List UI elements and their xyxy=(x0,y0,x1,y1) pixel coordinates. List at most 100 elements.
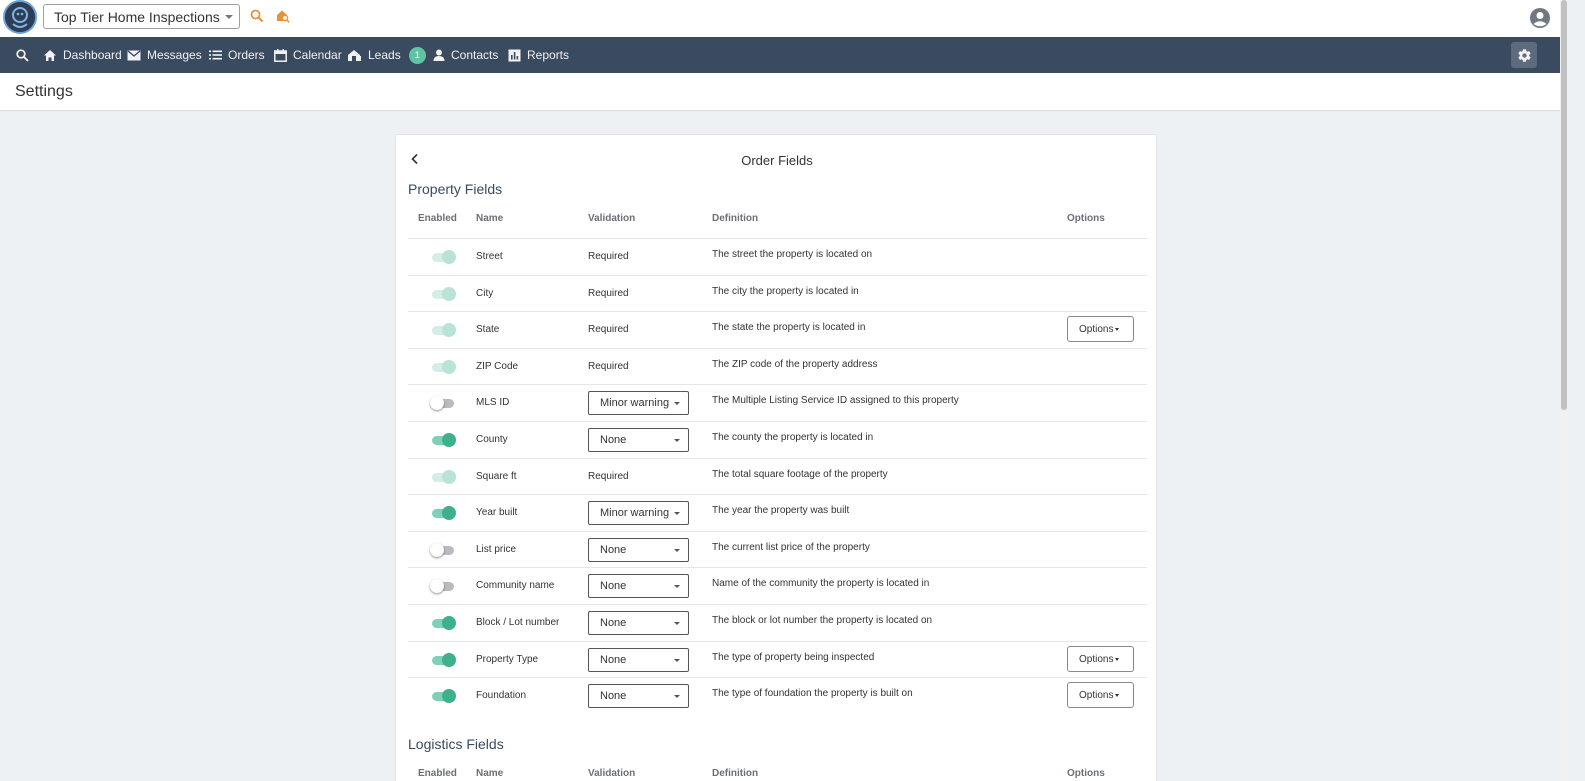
field-name: Block / Lot number xyxy=(476,617,560,628)
nav-label-calendar: Calendar xyxy=(293,48,342,62)
field-name: City xyxy=(476,287,494,299)
table-row: List price None The current list price of … xyxy=(408,530,1147,568)
enabled-toggle xyxy=(430,469,456,484)
enabled-toggle[interactable] xyxy=(430,689,456,704)
person-icon xyxy=(433,49,445,61)
field-definition: The ZIP code of the property address xyxy=(712,358,878,370)
nav-label-messages: Messages xyxy=(147,48,202,62)
chevron-down-icon xyxy=(674,622,680,625)
validation-text: Required xyxy=(588,287,629,299)
validation-select[interactable]: None xyxy=(588,684,689,709)
field-name: ZIP Code xyxy=(476,360,519,372)
chevron-down-icon xyxy=(225,15,233,19)
enabled-toggle xyxy=(430,250,456,264)
company-select-value: Top Tier Home Inspections xyxy=(54,9,220,25)
enabled-toggle xyxy=(430,286,456,301)
enabled-toggle[interactable] xyxy=(430,542,456,557)
order-fields-card: Order Fields Property Fields Enabled Nam… xyxy=(395,134,1157,781)
chart-icon xyxy=(508,49,521,61)
field-definition: The Multiple Listing Service ID assigned… xyxy=(712,395,959,407)
validation-select-value: None xyxy=(600,653,627,666)
page-title: Settings xyxy=(15,83,73,100)
table-row: City Required The city the property is loc… xyxy=(408,274,1147,312)
page-scrollbar[interactable] xyxy=(1560,0,1568,781)
settings-button[interactable] xyxy=(1511,42,1537,68)
scrollbar-thumb[interactable] xyxy=(1561,0,1567,410)
table-row: MLS ID Minor warning The Multiple Listing … xyxy=(408,384,1147,421)
validation-select-value: None xyxy=(600,617,627,629)
column-header-definition: Definition xyxy=(712,768,759,779)
list-icon xyxy=(209,50,222,60)
validation-select[interactable]: None xyxy=(588,537,689,562)
gear-icon xyxy=(1517,48,1531,62)
house-search-icon[interactable] xyxy=(276,9,290,28)
calendar-icon xyxy=(274,48,287,62)
card-title: Order Fields xyxy=(741,153,813,168)
table-row: Community name None Name of the community … xyxy=(408,567,1147,604)
validation-select-value: None xyxy=(600,434,627,446)
enabled-toggle[interactable] xyxy=(430,396,456,411)
field-definition: The county the property is located in xyxy=(712,432,874,443)
nav-item-calendar[interactable]: Calendar xyxy=(274,37,342,73)
table-row: State Required The state the property is l… xyxy=(408,311,1147,348)
validation-text: Required xyxy=(588,324,629,336)
field-name: List price xyxy=(476,543,517,555)
validation-select-value: Minor warning xyxy=(600,397,670,410)
nav-item-contacts[interactable]: Contacts xyxy=(433,37,498,73)
column-header-enabled: Enabled xyxy=(418,768,457,779)
field-definition: The total square footage of the property xyxy=(712,468,888,480)
validation-select[interactable]: None xyxy=(588,611,689,635)
nav-search-icon[interactable] xyxy=(16,37,29,73)
chevron-down-icon xyxy=(674,585,680,589)
column-header-name: Name xyxy=(476,768,504,779)
enabled-toggle[interactable] xyxy=(430,579,456,594)
options-button[interactable]: Options xyxy=(1067,645,1134,672)
nav-item-reports[interactable]: Reports xyxy=(508,37,569,73)
enabled-toggle xyxy=(430,359,456,374)
field-definition: The city the property is located in xyxy=(712,285,859,297)
search-icon[interactable] xyxy=(250,9,264,28)
validation-select[interactable]: Minor warning xyxy=(588,391,689,416)
enabled-toggle[interactable] xyxy=(430,506,456,521)
table-row: ZIP Code Required The ZIP code of the prop… xyxy=(408,347,1147,385)
field-name: Foundation xyxy=(476,690,527,702)
caret-down-icon xyxy=(1115,657,1119,661)
nav-item-orders[interactable]: Orders xyxy=(209,37,265,73)
validation-select[interactable]: None xyxy=(588,428,689,452)
options-button[interactable]: Options xyxy=(1067,682,1134,709)
validation-select[interactable]: None xyxy=(588,647,689,672)
options-button[interactable]: Options xyxy=(1067,316,1134,343)
chevron-down-icon xyxy=(674,695,680,699)
account-icon[interactable] xyxy=(1529,7,1551,34)
table-row: Year built Minor warning The year the prop… xyxy=(408,494,1147,531)
column-header-validation: Validation xyxy=(588,768,636,779)
main-nav: Dashboard Messages Orders Calendar Leads… xyxy=(0,37,1560,73)
validation-select[interactable]: None xyxy=(588,574,689,599)
options-button-label: Options xyxy=(1079,653,1114,665)
enabled-toggle[interactable] xyxy=(430,652,456,667)
nav-label-reports: Reports xyxy=(527,48,570,62)
enabled-toggle[interactable] xyxy=(430,616,456,630)
validation-select[interactable]: Minor warning xyxy=(588,501,689,526)
validation-select-value: None xyxy=(600,580,627,593)
company-select[interactable]: Top Tier Home Inspections xyxy=(43,4,240,29)
field-definition: The block or lot number the property is … xyxy=(712,615,933,626)
mail-icon xyxy=(127,50,141,60)
column-header-definition: Definition xyxy=(712,213,759,224)
nav-label-contacts: Contacts xyxy=(451,48,499,62)
nav-item-dashboard[interactable]: Dashboard xyxy=(43,37,122,73)
validation-select-value: None xyxy=(600,543,627,556)
validation-select-value: Minor warning xyxy=(600,507,670,520)
table-row: County None The county the property is loc… xyxy=(408,421,1147,458)
validation-select-value: None xyxy=(600,690,627,703)
validation-text: Required xyxy=(588,251,629,262)
leads-count-badge: 1 xyxy=(408,46,426,64)
field-name: Street xyxy=(476,251,503,262)
enabled-toggle[interactable] xyxy=(430,433,456,447)
nav-item-leads[interactable]: Leads 1 xyxy=(347,37,426,73)
table-row: Street Required The street the property is… xyxy=(408,238,1147,275)
company-logo[interactable] xyxy=(3,0,37,34)
nav-item-messages[interactable]: Messages xyxy=(127,37,202,73)
nav-label-leads: Leads xyxy=(368,48,401,62)
table-row: Block / Lot number None The block or lot n… xyxy=(408,604,1147,641)
